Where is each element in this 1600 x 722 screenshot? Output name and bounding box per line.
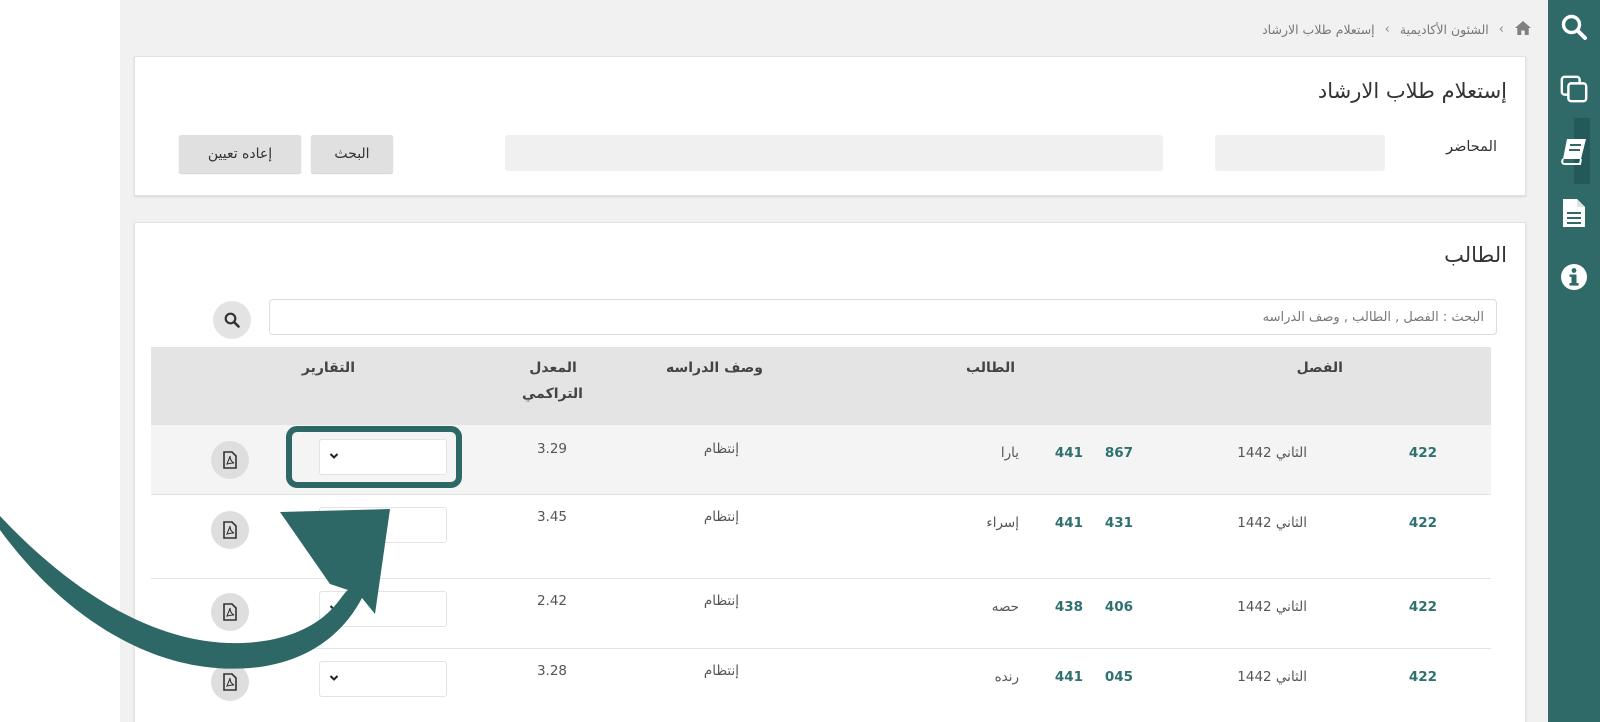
study-description-cell: إنتظام bbox=[703, 663, 739, 679]
column-header-study-description[interactable]: وصف الدراسه bbox=[666, 355, 763, 381]
student-id-link[interactable]: 406 bbox=[1105, 599, 1133, 615]
table-search-input[interactable] bbox=[269, 299, 1497, 335]
semester-cell: الثاني 1442 bbox=[1237, 445, 1307, 461]
report-select[interactable] bbox=[319, 507, 447, 543]
course-code-link[interactable]: 422 bbox=[1409, 445, 1437, 461]
copy-windows-icon[interactable] bbox=[1559, 74, 1589, 104]
column-header-semester[interactable]: الفصل bbox=[1297, 355, 1343, 381]
lecturer-label: المحاضر bbox=[1446, 139, 1497, 155]
pdf-report-button[interactable] bbox=[211, 663, 249, 701]
students-section-title: الطالب bbox=[1444, 243, 1507, 267]
book-icon[interactable] bbox=[1559, 136, 1589, 166]
pdf-file-icon bbox=[223, 451, 237, 469]
column-header-student[interactable]: الطالب bbox=[966, 355, 1015, 381]
student-id-link[interactable]: 045 bbox=[1105, 669, 1133, 685]
gpa-cell: 2.42 bbox=[536, 593, 567, 609]
chevron-down-icon bbox=[329, 605, 339, 611]
student-level-link[interactable]: 441 bbox=[1055, 515, 1083, 531]
breadcrumb: › الشئون الأكاديمية › إستعلام طلاب الارش… bbox=[1262, 20, 1532, 39]
student-name-cell: إسراء bbox=[986, 515, 1019, 531]
study-description-cell: إنتظام bbox=[703, 509, 739, 525]
pdf-report-button[interactable] bbox=[211, 593, 249, 631]
semester-cell: الثاني 1442 bbox=[1237, 599, 1307, 615]
pdf-report-button[interactable] bbox=[211, 511, 249, 549]
pdf-file-icon bbox=[223, 673, 237, 691]
reset-button[interactable]: إعاده تعيين bbox=[179, 135, 301, 173]
breadcrumb-separator: › bbox=[1498, 22, 1504, 37]
study-description-cell: إنتظام bbox=[703, 593, 739, 609]
table-header: الفصل الطالب وصف الدراسه المعدل التراكمي… bbox=[151, 347, 1491, 425]
pdf-file-icon bbox=[223, 603, 237, 621]
breadcrumb-separator: › bbox=[1384, 22, 1390, 37]
search-button[interactable]: البحث bbox=[311, 135, 393, 173]
semester-cell: الثاني 1442 bbox=[1237, 669, 1307, 685]
report-select[interactable] bbox=[319, 439, 447, 475]
side-nav bbox=[1548, 0, 1600, 722]
study-description-cell: إنتظام bbox=[703, 441, 739, 457]
student-name-cell: رنده bbox=[994, 669, 1019, 685]
breadcrumb-current-page: إستعلام طلاب الارشاد bbox=[1262, 22, 1375, 37]
filter-panel: إستعلام طلاب الارشاد المحاضر البحث إعاده… bbox=[134, 56, 1526, 196]
report-select[interactable] bbox=[319, 661, 447, 697]
gpa-cell: 3.29 bbox=[536, 441, 567, 457]
document-icon[interactable] bbox=[1559, 198, 1589, 228]
table-row: 422 الثاني 1442 431 441 إسراء إنتظام 3.4… bbox=[151, 495, 1491, 579]
pdf-report-button[interactable] bbox=[211, 441, 249, 479]
gpa-header-line2: التراكمي bbox=[522, 386, 583, 402]
gpa-cell: 3.45 bbox=[536, 509, 567, 525]
student-level-link[interactable]: 438 bbox=[1055, 599, 1083, 615]
info-icon[interactable] bbox=[1559, 262, 1589, 292]
magnifier-icon bbox=[224, 312, 240, 328]
table-search-button[interactable] bbox=[213, 301, 251, 339]
course-code-link[interactable]: 422 bbox=[1409, 599, 1437, 615]
lecturer-select[interactable] bbox=[1215, 135, 1385, 171]
page-title: إستعلام طلاب الارشاد bbox=[1317, 79, 1507, 103]
student-id-link[interactable]: 431 bbox=[1105, 515, 1133, 531]
students-panel: الطالب الفصل الطالب وصف الدراسه المعدل ا… bbox=[134, 222, 1526, 722]
student-id-link[interactable]: 867 bbox=[1105, 445, 1133, 461]
gpa-header-line1: المعدل bbox=[529, 360, 577, 376]
home-icon[interactable] bbox=[1514, 20, 1532, 39]
search-icon[interactable] bbox=[1559, 12, 1589, 42]
student-name-cell: حصه bbox=[991, 599, 1019, 615]
semester-cell: الثاني 1442 bbox=[1237, 515, 1307, 531]
chevron-down-icon bbox=[329, 453, 339, 459]
column-header-gpa[interactable]: المعدل التراكمي bbox=[522, 355, 583, 407]
course-code-link[interactable]: 422 bbox=[1409, 515, 1437, 531]
chevron-down-icon bbox=[329, 675, 339, 681]
student-name-cell: يارا bbox=[1000, 445, 1019, 461]
student-level-link[interactable]: 441 bbox=[1055, 445, 1083, 461]
course-code-link[interactable]: 422 bbox=[1409, 669, 1437, 685]
student-level-link[interactable]: 441 bbox=[1055, 669, 1083, 685]
table-row: 422 الثاني 1442 406 438 حصه إنتظام 2.42 bbox=[151, 579, 1491, 649]
table-row: 422 الثاني 1442 867 441 يارا إنتظام 3.29 bbox=[151, 425, 1491, 495]
pdf-file-icon bbox=[223, 521, 237, 539]
breadcrumb-academic-affairs[interactable]: الشئون الأكاديمية bbox=[1400, 22, 1489, 37]
table-row: 422 الثاني 1442 045 441 رنده إنتظام 3.28 bbox=[151, 649, 1491, 722]
advisor-filter-select[interactable] bbox=[505, 135, 1163, 171]
report-select[interactable] bbox=[319, 591, 447, 627]
column-header-reports[interactable]: التقارير bbox=[302, 355, 355, 381]
chevron-down-icon bbox=[329, 521, 339, 527]
gpa-cell: 3.28 bbox=[536, 663, 567, 679]
